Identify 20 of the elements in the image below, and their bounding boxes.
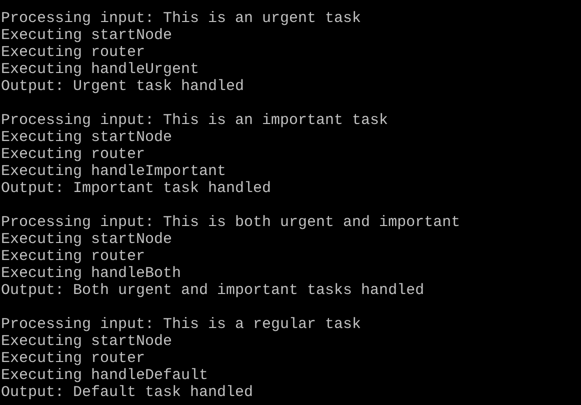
output-line: Output: Both urgent and important tasks handled xyxy=(1,282,424,299)
output-line: Executing startNode xyxy=(1,129,172,146)
output-line: Processing input: This is both urgent and important xyxy=(1,214,460,231)
output-line: Executing router xyxy=(1,146,146,163)
output-line: Output: Important task handled xyxy=(1,180,272,197)
output-line: Executing handleUrgent xyxy=(1,61,200,78)
output-line: Executing router xyxy=(1,44,146,61)
output-line: Executing handleDefault xyxy=(1,367,208,384)
output-line: Processing input: This is an urgent task xyxy=(1,10,362,27)
output-line: Executing startNode xyxy=(1,333,172,350)
output-line: Executing startNode xyxy=(1,231,172,248)
output-line: Executing handleBoth xyxy=(1,265,182,282)
output-line: Processing input: This is an important task xyxy=(1,112,388,129)
output-line: Processing input: This is a regular task xyxy=(1,316,362,333)
output-line: Executing startNode xyxy=(1,27,172,44)
output-line: Executing router xyxy=(1,248,146,265)
output-line: Output: Urgent task handled xyxy=(1,78,244,95)
output-line: Output: Default task handled xyxy=(1,384,254,401)
output-line: Executing router xyxy=(1,350,146,367)
output-line: Executing handleImportant xyxy=(1,163,226,180)
